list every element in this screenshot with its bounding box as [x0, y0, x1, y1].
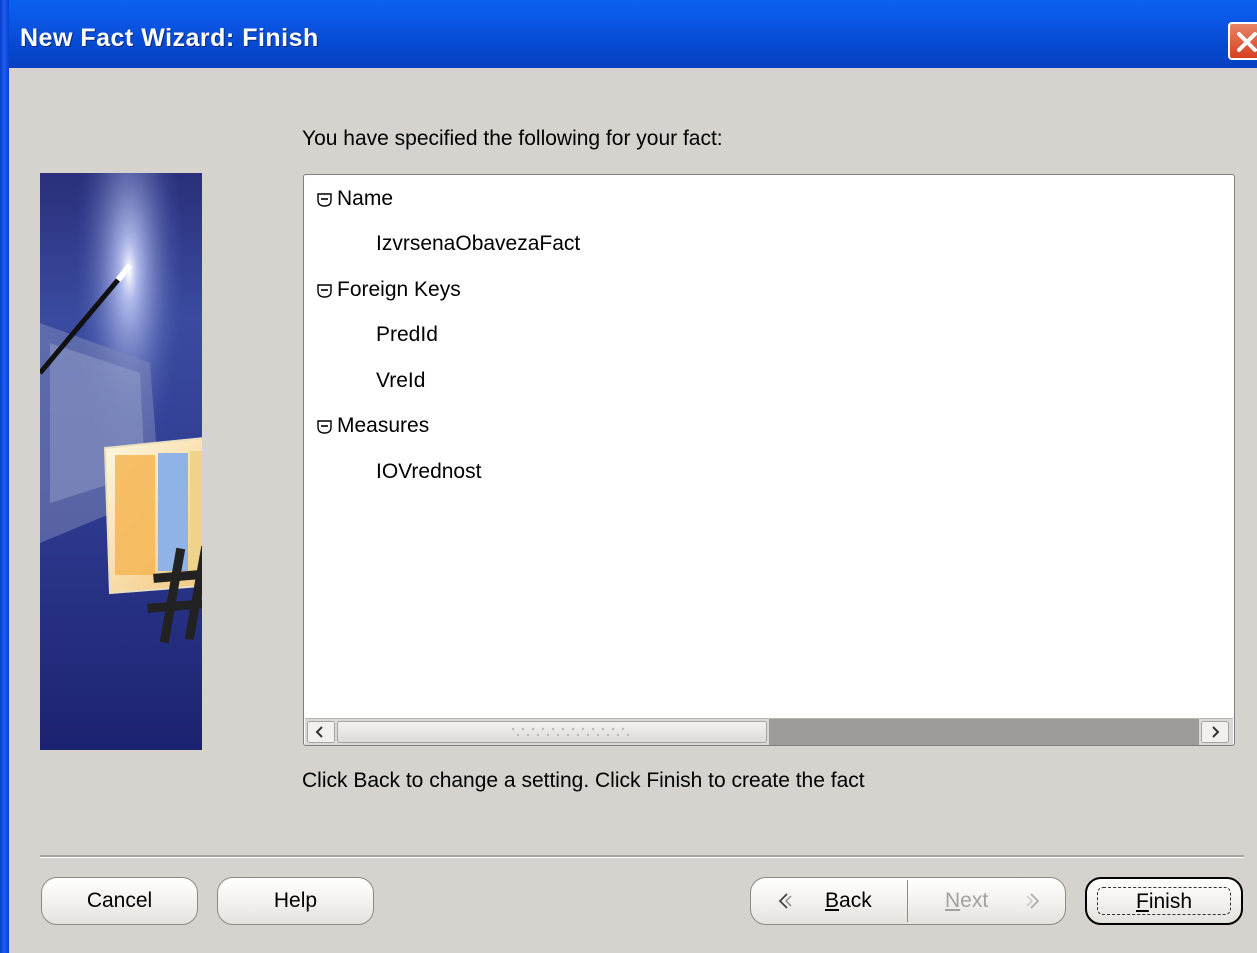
focus-ring	[1097, 887, 1231, 915]
help-button[interactable]: Help	[217, 877, 374, 925]
chevron-right-icon	[1026, 893, 1040, 909]
close-button[interactable]	[1228, 22, 1257, 60]
tree-leaf[interactable]: IOVrednost	[376, 460, 481, 484]
tree-node-label: Foreign Keys	[337, 278, 461, 301]
separator	[40, 855, 1244, 858]
window-title: New Fact Wizard: Finish	[20, 24, 319, 52]
title-bar[interactable]: New Fact Wizard: Finish	[0, 0, 1257, 68]
help-label: Help	[273, 889, 318, 912]
back-button[interactable]: Back	[751, 878, 907, 924]
back-label: Back	[825, 889, 872, 912]
intro-text: You have specified the following for you…	[302, 127, 723, 150]
scroll-track[interactable]	[769, 719, 1199, 745]
collapse-icon[interactable]	[316, 191, 333, 208]
summary-tree[interactable]: Name IzvrsenaObavezaFact Foreign Keys Pr…	[303, 174, 1235, 746]
arrow-right-icon	[1212, 726, 1220, 738]
collapse-icon[interactable]	[316, 282, 333, 299]
cancel-button[interactable]: Cancel	[41, 877, 198, 925]
navigation-button-group: Back Next	[750, 877, 1066, 925]
tree-node-label: Measures	[337, 414, 430, 437]
scroll-right-button[interactable]	[1201, 721, 1229, 743]
tree-leaf[interactable]: IzvrsenaObavezaFact	[376, 232, 580, 256]
scroll-left-button[interactable]	[307, 721, 335, 743]
finish-button[interactable]: Finish	[1085, 877, 1243, 925]
next-label: Next	[945, 889, 989, 912]
wizard-window: New Fact Wizard: Finish You have specifi…	[0, 0, 1257, 953]
cancel-label: Cancel	[86, 889, 153, 912]
grip-icon	[511, 727, 630, 737]
chevron-left-icon	[778, 893, 792, 909]
hint-text: Click Back to change a setting. Click Fi…	[302, 769, 865, 792]
close-icon	[1237, 32, 1257, 52]
tree-node-label: Name	[337, 187, 394, 210]
tree-node-name[interactable]: Name	[316, 187, 393, 211]
collapse-icon[interactable]	[316, 418, 333, 435]
window-frame	[0, 0, 9, 953]
horizontal-scrollbar[interactable]	[305, 718, 1233, 745]
arrow-left-icon	[315, 726, 323, 738]
tree-leaf[interactable]: VreId	[376, 369, 425, 393]
next-button[interactable]: Next	[908, 878, 1065, 924]
tree-node-foreign-keys[interactable]: Foreign Keys	[316, 278, 461, 302]
tree-leaf[interactable]: PredId	[376, 323, 438, 347]
tree-node-measures[interactable]: Measures	[316, 414, 429, 438]
scroll-thumb[interactable]	[337, 721, 767, 743]
wizard-illustration	[40, 173, 202, 750]
